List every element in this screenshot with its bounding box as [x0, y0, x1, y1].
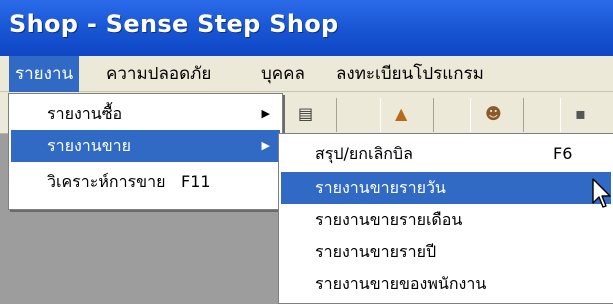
document-icon: ▤	[298, 104, 314, 123]
box-icon: ▲	[395, 104, 408, 123]
report-menu: รายงานซื้อ ▶ รายงานขาย ▶ วิเคราะห์การขาย…	[8, 93, 283, 210]
shortcut-label: F6	[553, 144, 573, 163]
menu-item-bill-summary[interactable]: สรุป/ยกเลิกบิล F6	[281, 138, 611, 170]
menu-item-purchase-report[interactable]: รายงานซื้อ ▶	[11, 98, 280, 130]
mouse-cursor-icon	[592, 178, 611, 208]
title-bar[interactable]: Shop - Sense Step Shop	[0, 0, 613, 56]
menu-item-daily-sales[interactable]: รายงานขายรายวัน	[281, 172, 611, 204]
tool-icon: ▪	[575, 104, 586, 123]
sales-submenu: สรุป/ยกเลิกบิล F6 รายงานขายรายวัน รายงาน…	[278, 133, 613, 304]
menu-security[interactable]: ความปลอดภัย	[100, 56, 217, 92]
menu-item-employee-sales[interactable]: รายงานขายของพนักงาน	[281, 268, 611, 300]
toolbar-button-1[interactable]: ▤	[283, 98, 337, 132]
shortcut-label: F11	[181, 172, 211, 191]
menu-report[interactable]: รายงาน	[9, 56, 80, 92]
app-window: Shop - Sense Step Shop รายงาน ความปลอดภั…	[0, 0, 613, 304]
window-title: Shop - Sense Step Shop	[9, 10, 339, 38]
menu-item-sales-analysis[interactable]: วิเคราะห์การขาย F11	[11, 166, 280, 198]
menu-person[interactable]: บุคคล	[255, 56, 311, 92]
people-icon: ☻	[485, 104, 502, 123]
submenu-arrow-icon: ▶	[261, 139, 270, 152]
menu-item-yearly-sales[interactable]: รายงานขายรายปี	[281, 236, 611, 268]
toolbar-button-2[interactable]: ▲	[380, 98, 434, 132]
toolbar-button-4[interactable]: ▪	[560, 98, 613, 132]
menu-register-program[interactable]: ลงทะเบียนโปรแกรม	[330, 56, 490, 92]
menu-item-sales-report[interactable]: รายงานขาย ▶	[11, 130, 280, 162]
submenu-arrow-icon: ▶	[261, 107, 270, 120]
toolbar-button-3[interactable]: ☻	[470, 98, 524, 132]
menu-item-monthly-sales[interactable]: รายงานขายรายเดือน	[281, 204, 611, 236]
menu-bar: รายงาน ความปลอดภัย บุคคล ลงทะเบียนโปรแกร…	[0, 56, 613, 92]
